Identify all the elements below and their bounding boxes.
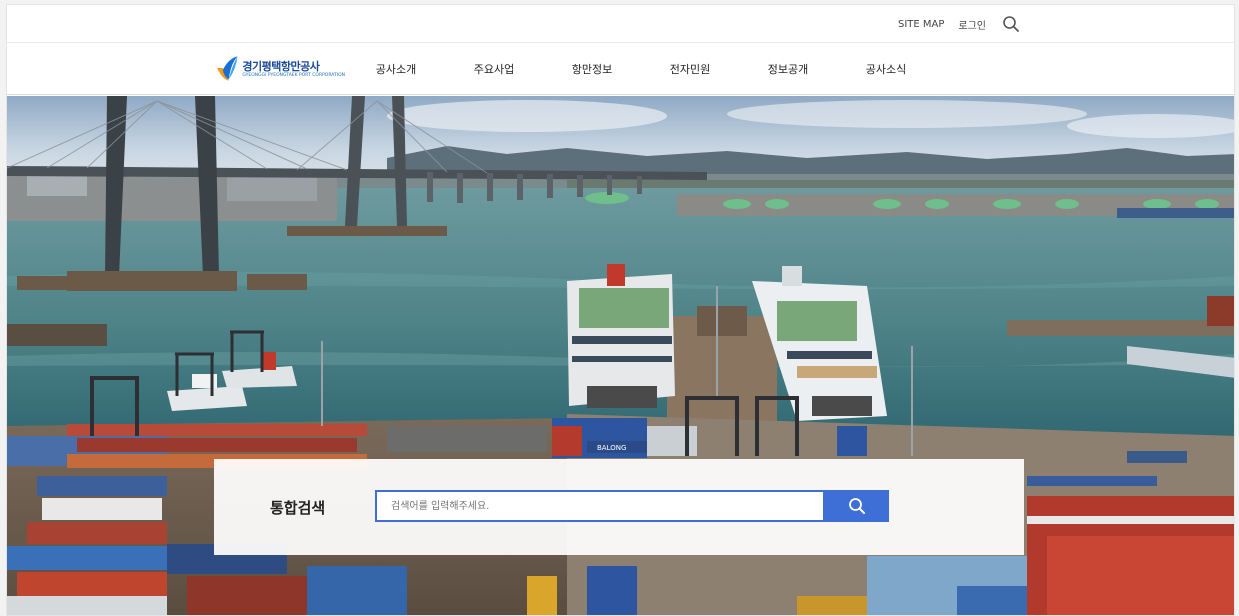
gnb-item-e-civil[interactable]: 전자민원 xyxy=(641,61,739,77)
gnb-item-port-info[interactable]: 항만정보 xyxy=(543,61,641,77)
gnb-item-disclosure[interactable]: 정보공개 xyxy=(739,61,837,77)
integrated-search-panel: 통합검색 xyxy=(214,459,1024,555)
search-label: 통합검색 xyxy=(270,499,326,517)
gnb-item-news[interactable]: 공사소식 xyxy=(837,61,935,77)
gnb-item-business[interactable]: 주요사업 xyxy=(445,61,543,77)
search-icon xyxy=(849,498,865,514)
search-icon[interactable] xyxy=(1002,15,1020,33)
container-label: BALONG xyxy=(597,444,626,452)
gnb-item-about[interactable]: 공사소개 xyxy=(347,61,445,77)
search-button[interactable] xyxy=(825,490,889,522)
logo-english-name: GYEONGGI PYEONGTAEK PORT CORPORATION xyxy=(242,72,345,78)
utility-bar: SITE MAP 로그인 xyxy=(7,5,1234,43)
site-logo[interactable]: 경기평택항만공사 GYEONGGI PYEONGTAEK PORT CORPOR… xyxy=(215,53,345,85)
sitemap-link[interactable]: SITE MAP xyxy=(898,19,944,30)
logo-mark-icon xyxy=(216,56,238,81)
gnb-menu: 공사소개 주요사업 항만정보 전자민원 정보공개 공사소식 xyxy=(347,43,935,95)
main-navigation: 경기평택항만공사 GYEONGGI PYEONGTAEK PORT CORPOR… xyxy=(7,43,1234,95)
utility-links: SITE MAP 로그인 xyxy=(898,5,1020,43)
search-input[interactable] xyxy=(375,490,825,522)
logo-name: 경기평택항만공사 xyxy=(242,59,320,73)
login-link[interactable]: 로그인 xyxy=(958,17,986,32)
page-frame: SITE MAP 로그인 경기평택항만공사 GYEONGGI PYEONGTAE… xyxy=(6,4,1235,616)
